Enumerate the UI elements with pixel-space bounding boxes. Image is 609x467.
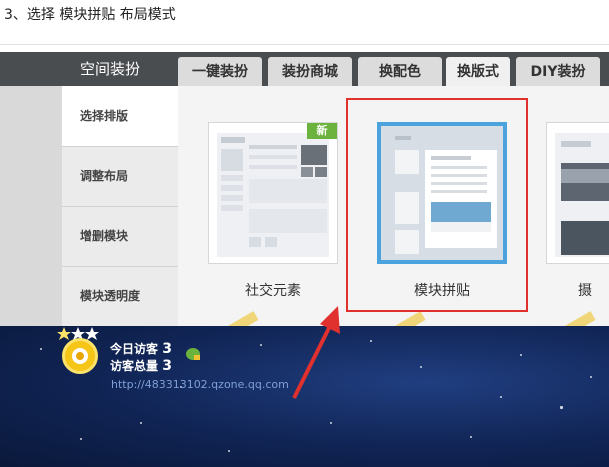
visits-total: 访客总量 3 <box>110 357 172 374</box>
pointer-arrow-icon <box>292 306 340 399</box>
layout-label-photo: 摄 <box>578 283 592 299</box>
tab-diy-decorate[interactable]: DIY装扮 <box>516 57 600 86</box>
qzone-url[interactable]: http://483313102.qzone.qq.com <box>111 378 289 391</box>
selection-highlight <box>346 98 528 312</box>
decoration-header: 空间装扮 一键装扮 装扮商城 换配色 换版式 DIY装扮 <box>0 52 609 86</box>
new-badge: 新 <box>307 123 337 139</box>
visits-today-label: 今日访客 <box>110 342 159 356</box>
leaf-icon[interactable] <box>184 346 202 362</box>
user-avatar[interactable] <box>62 338 98 374</box>
visits-total-label: 访客总量 <box>110 359 159 373</box>
layout-preview-social <box>217 133 329 257</box>
tab-decoration-mall[interactable]: 装扮商城 <box>268 57 352 86</box>
step-caption: 3、选择 模块拼贴 布局模式 <box>4 7 176 23</box>
tab-change-layout[interactable]: 换版式 <box>446 57 510 86</box>
visits-today: 今日访客 3 <box>110 340 172 357</box>
layout-label-social: 社交元素 <box>245 283 301 299</box>
layout-card-social[interactable]: 新 <box>208 122 338 264</box>
sidebar-item-module-opacity[interactable]: 模块透明度 <box>62 266 178 327</box>
visits-total-value: 3 <box>162 358 172 374</box>
tab-one-click-decorate[interactable]: 一键装扮 <box>178 57 262 86</box>
smile-face-icon <box>72 348 88 364</box>
layout-sidebar: 选择排版 调整布局 增删模块 模块透明度 <box>62 86 178 327</box>
layout-preview-photo <box>555 133 609 257</box>
sidebar-item-choose-layout[interactable]: 选择排版 <box>62 86 178 147</box>
visits-today-value: 3 <box>162 341 172 357</box>
layout-card-photo[interactable] <box>546 122 609 264</box>
tab-change-color[interactable]: 换配色 <box>358 57 442 86</box>
sidebar-item-add-remove-modules[interactable]: 增删模块 <box>62 206 178 267</box>
sidebar-item-adjust-layout[interactable]: 调整布局 <box>62 146 178 207</box>
header-title: 空间装扮 <box>80 60 141 78</box>
left-gutter <box>0 86 62 326</box>
